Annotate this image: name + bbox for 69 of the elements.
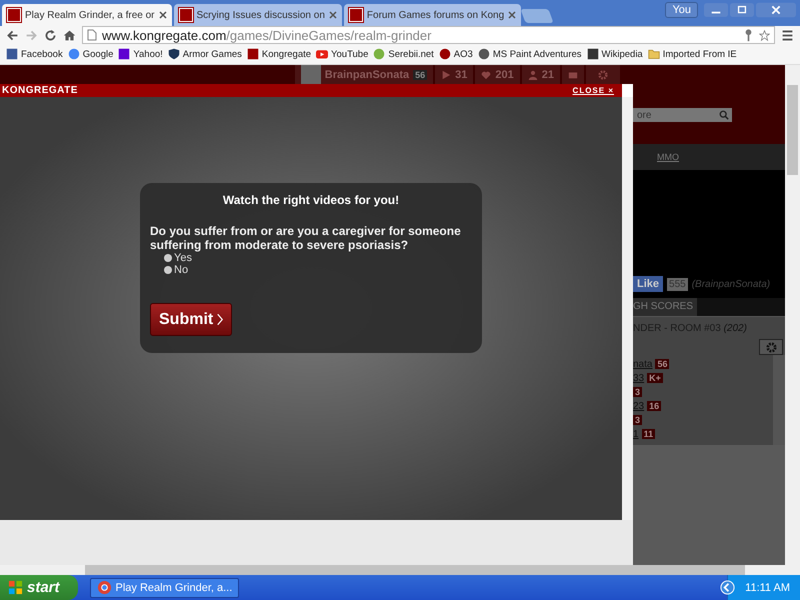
chevron-icon[interactable] — [720, 580, 736, 595]
avatar-image[interactable] — [300, 65, 321, 84]
level-badge: 3 — [633, 387, 642, 397]
radio-option[interactable]: No — [164, 264, 204, 276]
close-icon[interactable] — [158, 11, 166, 19]
restore-icon[interactable] — [730, 2, 754, 18]
bookmark-link[interactable]: AO3 — [438, 48, 473, 60]
username-label: (BrainpanSonata) — [692, 278, 770, 290]
like-button[interactable]: Like — [633, 276, 664, 292]
page-icon — [87, 29, 97, 41]
home-icon[interactable] — [63, 28, 76, 42]
search-icon[interactable] — [719, 110, 729, 120]
mail-button[interactable] — [562, 65, 584, 84]
start-button[interactable]: start — [0, 575, 78, 600]
bookmark-link[interactable]: Yahoo! — [118, 48, 163, 60]
play-icon — [441, 70, 452, 80]
taskbar-button[interactable]: Play Realm Grinder, a... — [90, 578, 240, 598]
bookmark-link[interactable]: Kongregate — [246, 48, 312, 60]
close-icon[interactable] — [756, 2, 796, 18]
radio-option[interactable]: Yes — [164, 252, 204, 264]
bookmark-link[interactable]: Facebook — [6, 48, 63, 60]
settings-button[interactable] — [759, 339, 783, 355]
reload-icon[interactable] — [44, 28, 57, 42]
close-icon[interactable] — [328, 11, 337, 19]
settings-icon — [598, 70, 608, 80]
vertical-scrollbar[interactable] — [785, 65, 800, 565]
level-badge: 56 — [655, 359, 670, 369]
level-badge: 3 — [633, 415, 642, 425]
level-badge: 16 — [647, 401, 662, 411]
close-icon[interactable] — [508, 11, 516, 19]
bookmark-link[interactable]: Armor Games — [168, 48, 242, 60]
browser-tab[interactable]: Play Realm Grinder, a free or — [2, 4, 172, 26]
browser-tab[interactable]: Scrying Issues discussion on — [174, 4, 342, 26]
browser-tab[interactable]: Forum Games forums on Kong — [344, 4, 522, 26]
close-link[interactable]: CLOSE × — [572, 86, 614, 95]
bookmark-link[interactable]: YouTube — [316, 48, 368, 60]
key-icon[interactable] — [743, 28, 754, 42]
bookmark-link[interactable]: MS Paint Adventures — [478, 48, 582, 60]
person-icon — [528, 70, 538, 80]
radio-button[interactable] — [164, 254, 172, 262]
back-icon[interactable] — [6, 28, 19, 42]
survey-question: Do you suffer from or are you a caregiver for someone suffering from moderate to severe psoriasis? — [150, 224, 462, 252]
nav-link[interactable]: MMO — [657, 152, 679, 162]
settings-button[interactable] — [586, 65, 620, 84]
minimize-icon[interactable] — [704, 2, 728, 18]
level-badge: 11 — [642, 429, 656, 439]
star-icon[interactable] — [759, 28, 770, 42]
level-badge: K+ — [647, 373, 663, 383]
survey-heading: Watch the right videos for you! — [222, 193, 400, 207]
settings-icon — [766, 342, 776, 352]
bookmark-link[interactable]: Serebii.net — [373, 48, 434, 60]
scrollbar[interactable] — [773, 355, 785, 445]
heart-icon — [481, 70, 492, 80]
submit-button[interactable]: Submit — [150, 303, 232, 336]
bookmark-link[interactable]: Google — [68, 48, 114, 60]
profile-button[interactable]: You — [665, 2, 698, 18]
menu-icon[interactable] — [781, 28, 794, 42]
level-badge: 56 — [413, 70, 428, 80]
horizontal-scrollbar[interactable] — [0, 565, 800, 575]
envelope-icon — [568, 70, 578, 80]
bookmark-link[interactable]: Imported From IE — [648, 48, 737, 60]
bookmark-link[interactable]: Wikipedia — [586, 48, 643, 60]
brand-title: KONGREGATE — [2, 85, 78, 96]
chevron-icon — [217, 313, 224, 326]
radio-button[interactable] — [164, 266, 172, 274]
windows-flag-icon — [8, 580, 23, 595]
address-bar[interactable]: www.kongregate.com/games/DivineGames/realm-grinder — [82, 26, 775, 44]
clock: 11:11 AM — [745, 582, 790, 594]
browser-icon — [96, 580, 112, 595]
